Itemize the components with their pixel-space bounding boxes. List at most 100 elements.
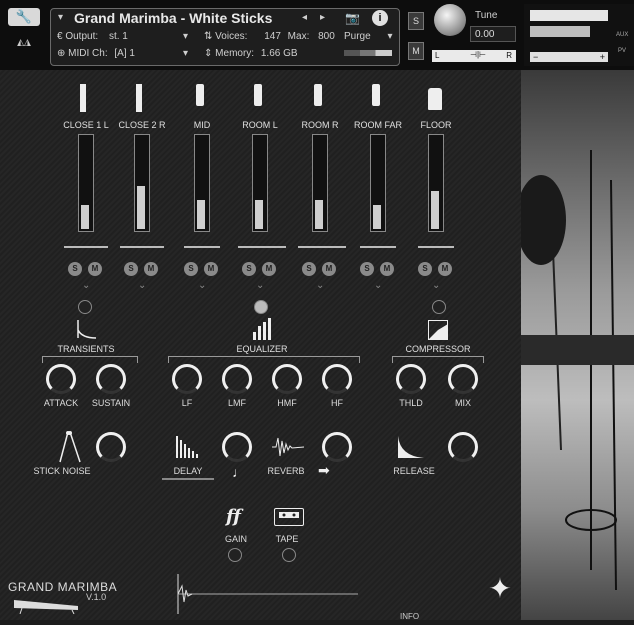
mix-knob[interactable] bbox=[448, 364, 478, 394]
tune-value[interactable]: 0.00 bbox=[470, 26, 516, 42]
equalizer-label: EQUALIZER bbox=[236, 344, 288, 354]
meter-bar-right bbox=[530, 26, 590, 37]
output-dropdown-icon[interactable]: ▾ bbox=[183, 31, 188, 42]
wrench-icon[interactable]: 🔧 bbox=[8, 8, 40, 26]
gain-power-led[interactable] bbox=[228, 548, 242, 562]
output-value: st. 1 bbox=[108, 31, 128, 42]
memory-indicator bbox=[344, 50, 392, 56]
channel-solo-button[interactable]: S bbox=[68, 262, 82, 276]
fader-fill bbox=[373, 205, 381, 229]
output-label: Output: bbox=[65, 31, 99, 42]
fader-fill bbox=[315, 200, 323, 229]
chevron-down-icon[interactable]: ⌄ bbox=[138, 280, 146, 291]
channel-pan[interactable] bbox=[120, 246, 164, 248]
prev-instrument-icon[interactable]: ◂ bbox=[302, 12, 307, 23]
chevron-down-icon[interactable]: ⌄ bbox=[316, 280, 324, 291]
channel-solo-button[interactable]: S bbox=[184, 262, 198, 276]
attack-knob[interactable] bbox=[46, 364, 76, 394]
channel-mute-button[interactable]: M bbox=[204, 262, 218, 276]
thld-knob[interactable] bbox=[396, 364, 426, 394]
version-label: V.1.0 bbox=[86, 592, 107, 602]
channel-mute-button[interactable]: M bbox=[380, 262, 394, 276]
channel-solo-button[interactable]: S bbox=[242, 262, 256, 276]
volume-slider[interactable]: − + bbox=[530, 52, 608, 62]
equalizer-bars-icon bbox=[252, 318, 272, 340]
camera-icon[interactable]: 📷 bbox=[345, 11, 360, 25]
reverb-knob[interactable] bbox=[322, 432, 352, 462]
memory-value: 1.66 GB bbox=[260, 48, 298, 59]
delay-knob[interactable] bbox=[222, 432, 252, 462]
channel-mute-button[interactable]: M bbox=[88, 262, 102, 276]
waveform-display[interactable] bbox=[176, 574, 360, 614]
channel-pan[interactable] bbox=[238, 246, 286, 248]
info-icon[interactable]: i bbox=[372, 10, 388, 26]
voices-label: Voices: bbox=[215, 31, 248, 42]
channel-mute-button[interactable]: M bbox=[322, 262, 336, 276]
channel-solo-button[interactable]: S bbox=[124, 262, 138, 276]
sustain-label: SUSTAIN bbox=[91, 398, 131, 408]
release-knob[interactable] bbox=[448, 432, 478, 462]
channel-fader[interactable] bbox=[370, 134, 386, 232]
mic-icon bbox=[80, 84, 86, 112]
tape-power-led[interactable] bbox=[282, 548, 296, 562]
stick-noise-knob[interactable] bbox=[96, 432, 126, 462]
channel-fader[interactable] bbox=[78, 134, 94, 232]
pv-label[interactable]: PV bbox=[618, 48, 626, 54]
channel-fader[interactable] bbox=[428, 134, 444, 232]
lf-knob[interactable] bbox=[172, 364, 202, 394]
purge-dropdown[interactable]: Purge ▾ bbox=[344, 31, 393, 42]
channel-pan[interactable] bbox=[418, 246, 454, 248]
hf-knob[interactable] bbox=[322, 364, 352, 394]
hmf-knob[interactable] bbox=[272, 364, 302, 394]
channel-solo-button[interactable]: S bbox=[360, 262, 374, 276]
sustain-knob[interactable] bbox=[96, 364, 126, 394]
mic-icon bbox=[254, 84, 262, 106]
channel-solo-button[interactable]: S bbox=[418, 262, 432, 276]
next-instrument-icon[interactable]: ▸ bbox=[320, 12, 325, 23]
mic-icon bbox=[372, 84, 380, 106]
arrow-right-icon[interactable]: ➡ bbox=[318, 462, 330, 479]
collapse-arrow-icon[interactable]: ▾ bbox=[58, 12, 63, 23]
pan-left-label: L bbox=[435, 51, 440, 60]
midi-row[interactable]: ⊕ MIDI Ch: [A] 1 bbox=[57, 48, 135, 59]
transients-power-led[interactable] bbox=[78, 300, 92, 314]
meter-bar-left bbox=[530, 10, 608, 21]
compressor-power-led[interactable] bbox=[432, 300, 446, 314]
output-row[interactable]: € Output: st. 1 bbox=[57, 31, 128, 42]
channel-fader[interactable] bbox=[194, 134, 210, 232]
channel-label: ROOM L bbox=[242, 120, 278, 130]
channel-pan[interactable] bbox=[298, 246, 346, 248]
channel-fader[interactable] bbox=[312, 134, 328, 232]
channel-pan[interactable] bbox=[64, 246, 108, 248]
channel-label: ROOM FAR bbox=[353, 120, 402, 130]
lmf-knob[interactable] bbox=[222, 364, 252, 394]
mic-icon bbox=[196, 84, 204, 106]
transients-label: TRANSIENTS bbox=[57, 344, 115, 354]
channel-pan[interactable] bbox=[360, 246, 396, 248]
note-sync-icon[interactable]: ♩ bbox=[232, 464, 246, 480]
pan-slider[interactable]: L ⊣|⊢ R bbox=[432, 50, 516, 62]
chevron-down-icon[interactable]: ⌄ bbox=[432, 280, 440, 291]
tune-knob[interactable] bbox=[434, 4, 466, 36]
tape-label: TAPE bbox=[275, 534, 299, 544]
channel-mute-button[interactable]: M bbox=[438, 262, 452, 276]
delay-underline bbox=[162, 478, 214, 480]
mute-button[interactable]: M bbox=[408, 42, 424, 60]
solo-button[interactable]: S bbox=[408, 12, 424, 30]
channel-label: FLOOR bbox=[420, 120, 452, 130]
channel-fader[interactable] bbox=[134, 134, 150, 232]
channel-fader[interactable] bbox=[252, 134, 268, 232]
channel-solo-button[interactable]: S bbox=[302, 262, 316, 276]
delay-bars-icon bbox=[176, 436, 202, 458]
channel-pan[interactable] bbox=[184, 246, 220, 248]
chevron-down-icon[interactable]: ⌄ bbox=[374, 280, 382, 291]
midi-dropdown-icon[interactable]: ▾ bbox=[183, 48, 188, 59]
chevron-down-icon[interactable]: ⌄ bbox=[256, 280, 264, 291]
channel-mute-button[interactable]: M bbox=[144, 262, 158, 276]
tune-label: Tune bbox=[475, 10, 498, 21]
aux-label[interactable]: AUX bbox=[616, 32, 628, 38]
channel-mute-button[interactable]: M bbox=[262, 262, 276, 276]
chevron-down-icon[interactable]: ⌄ bbox=[82, 280, 90, 291]
equalizer-power-led[interactable] bbox=[254, 300, 268, 314]
chevron-down-icon[interactable]: ⌄ bbox=[198, 280, 206, 291]
